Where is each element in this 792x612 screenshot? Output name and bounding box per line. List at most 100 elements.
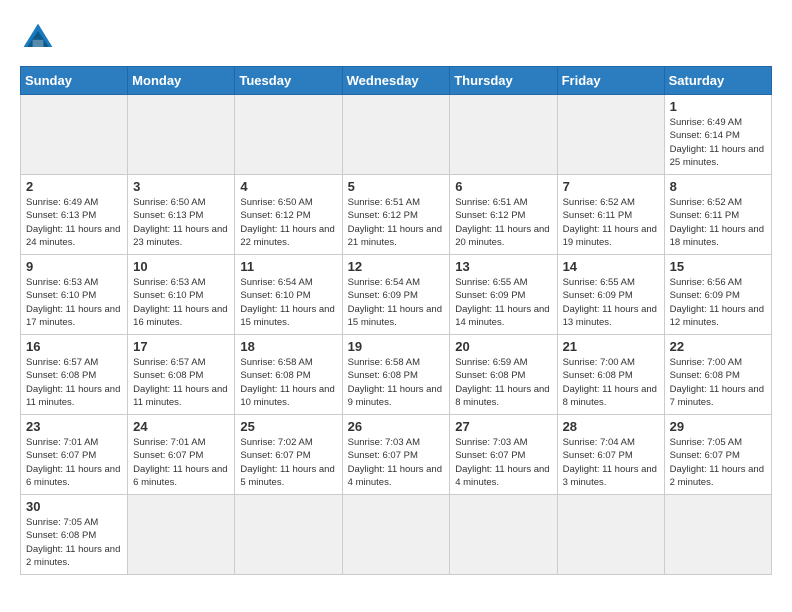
day-info: Sunrise: 6:52 AM Sunset: 6:11 PM Dayligh…	[563, 196, 659, 249]
day-number: 12	[348, 259, 445, 274]
day-info: Sunrise: 6:50 AM Sunset: 6:12 PM Dayligh…	[240, 196, 336, 249]
day-number: 15	[670, 259, 766, 274]
calendar-cell	[450, 95, 557, 175]
calendar-header-row: SundayMondayTuesdayWednesdayThursdayFrid…	[21, 67, 772, 95]
day-header-thursday: Thursday	[450, 67, 557, 95]
calendar-cell	[235, 495, 342, 575]
day-number: 18	[240, 339, 336, 354]
calendar-week-row: 30Sunrise: 7:05 AM Sunset: 6:08 PM Dayli…	[21, 495, 772, 575]
day-header-friday: Friday	[557, 67, 664, 95]
day-header-monday: Monday	[128, 67, 235, 95]
calendar-cell: 13 Sunrise: 6:55 AM Sunset: 6:09 PM Dayli…	[450, 255, 557, 335]
day-info: Sunrise: 6:56 AM Sunset: 6:09 PM Dayligh…	[670, 276, 766, 329]
day-number: 20	[455, 339, 551, 354]
logo-icon	[20, 20, 56, 56]
day-number: 6	[455, 179, 551, 194]
calendar-cell: 23 Sunrise: 7:01 AM Sunset: 6:07 PM Dayli…	[21, 415, 128, 495]
calendar-cell	[342, 495, 450, 575]
calendar-cell: 1Sunrise: 6:49 AM Sunset: 6:14 PM Daylig…	[664, 95, 771, 175]
day-number: 16	[26, 339, 122, 354]
day-info: Sunrise: 6:49 AM Sunset: 6:14 PM Dayligh…	[670, 116, 766, 169]
calendar-cell: 6 Sunrise: 6:51 AM Sunset: 6:12 PM Daylig…	[450, 175, 557, 255]
day-info: Sunrise: 7:03 AM Sunset: 6:07 PM Dayligh…	[348, 436, 445, 489]
day-info: Sunrise: 7:04 AM Sunset: 6:07 PM Dayligh…	[563, 436, 659, 489]
day-number: 25	[240, 419, 336, 434]
calendar-cell: 22 Sunrise: 7:00 AM Sunset: 6:08 PM Dayli…	[664, 335, 771, 415]
day-number: 21	[563, 339, 659, 354]
logo	[20, 20, 62, 56]
day-info: Sunrise: 6:57 AM Sunset: 6:08 PM Dayligh…	[26, 356, 122, 409]
day-info: Sunrise: 6:53 AM Sunset: 6:10 PM Dayligh…	[133, 276, 229, 329]
day-number: 10	[133, 259, 229, 274]
day-info: Sunrise: 6:57 AM Sunset: 6:08 PM Dayligh…	[133, 356, 229, 409]
day-info: Sunrise: 6:54 AM Sunset: 6:10 PM Dayligh…	[240, 276, 336, 329]
calendar-cell: 26 Sunrise: 7:03 AM Sunset: 6:07 PM Dayli…	[342, 415, 450, 495]
day-info: Sunrise: 6:58 AM Sunset: 6:08 PM Dayligh…	[240, 356, 336, 409]
calendar-cell: 16 Sunrise: 6:57 AM Sunset: 6:08 PM Dayli…	[21, 335, 128, 415]
calendar-cell: 8 Sunrise: 6:52 AM Sunset: 6:11 PM Daylig…	[664, 175, 771, 255]
calendar-cell	[342, 95, 450, 175]
day-info: Sunrise: 6:54 AM Sunset: 6:09 PM Dayligh…	[348, 276, 445, 329]
calendar-week-row: 16 Sunrise: 6:57 AM Sunset: 6:08 PM Dayli…	[21, 335, 772, 415]
day-number: 28	[563, 419, 659, 434]
day-info: Sunrise: 7:05 AM Sunset: 6:08 PM Dayligh…	[26, 516, 122, 569]
calendar-cell: 5Sunrise: 6:51 AM Sunset: 6:12 PM Daylig…	[342, 175, 450, 255]
calendar-cell	[128, 95, 235, 175]
day-number: 17	[133, 339, 229, 354]
day-info: Sunrise: 6:58 AM Sunset: 6:08 PM Dayligh…	[348, 356, 445, 409]
calendar-cell: 7 Sunrise: 6:52 AM Sunset: 6:11 PM Daylig…	[557, 175, 664, 255]
day-info: Sunrise: 6:51 AM Sunset: 6:12 PM Dayligh…	[455, 196, 551, 249]
day-header-sunday: Sunday	[21, 67, 128, 95]
calendar-cell: 21 Sunrise: 7:00 AM Sunset: 6:08 PM Dayli…	[557, 335, 664, 415]
day-number: 26	[348, 419, 445, 434]
calendar-cell: 18 Sunrise: 6:58 AM Sunset: 6:08 PM Dayli…	[235, 335, 342, 415]
day-number: 4	[240, 179, 336, 194]
calendar-cell: 29 Sunrise: 7:05 AM Sunset: 6:07 PM Dayli…	[664, 415, 771, 495]
day-info: Sunrise: 7:01 AM Sunset: 6:07 PM Dayligh…	[133, 436, 229, 489]
calendar-cell	[450, 495, 557, 575]
day-info: Sunrise: 7:02 AM Sunset: 6:07 PM Dayligh…	[240, 436, 336, 489]
day-info: Sunrise: 6:52 AM Sunset: 6:11 PM Dayligh…	[670, 196, 766, 249]
day-info: Sunrise: 7:01 AM Sunset: 6:07 PM Dayligh…	[26, 436, 122, 489]
day-number: 23	[26, 419, 122, 434]
day-number: 27	[455, 419, 551, 434]
calendar-cell: 9Sunrise: 6:53 AM Sunset: 6:10 PM Daylig…	[21, 255, 128, 335]
day-number: 11	[240, 259, 336, 274]
day-number: 8	[670, 179, 766, 194]
calendar-cell	[235, 95, 342, 175]
day-header-saturday: Saturday	[664, 67, 771, 95]
calendar: SundayMondayTuesdayWednesdayThursdayFrid…	[20, 66, 772, 575]
day-number: 22	[670, 339, 766, 354]
day-number: 14	[563, 259, 659, 274]
day-number: 7	[563, 179, 659, 194]
calendar-cell: 10 Sunrise: 6:53 AM Sunset: 6:10 PM Dayli…	[128, 255, 235, 335]
calendar-week-row: 1Sunrise: 6:49 AM Sunset: 6:14 PM Daylig…	[21, 95, 772, 175]
calendar-cell	[557, 495, 664, 575]
calendar-cell: 11 Sunrise: 6:54 AM Sunset: 6:10 PM Dayli…	[235, 255, 342, 335]
calendar-cell: 15 Sunrise: 6:56 AM Sunset: 6:09 PM Dayli…	[664, 255, 771, 335]
page-header	[20, 20, 772, 56]
calendar-cell: 12 Sunrise: 6:54 AM Sunset: 6:09 PM Dayli…	[342, 255, 450, 335]
calendar-week-row: 9Sunrise: 6:53 AM Sunset: 6:10 PM Daylig…	[21, 255, 772, 335]
day-number: 2	[26, 179, 122, 194]
calendar-cell	[21, 95, 128, 175]
day-number: 24	[133, 419, 229, 434]
day-info: Sunrise: 7:00 AM Sunset: 6:08 PM Dayligh…	[563, 356, 659, 409]
calendar-week-row: 23 Sunrise: 7:01 AM Sunset: 6:07 PM Dayli…	[21, 415, 772, 495]
calendar-cell: 28 Sunrise: 7:04 AM Sunset: 6:07 PM Dayli…	[557, 415, 664, 495]
day-info: Sunrise: 6:51 AM Sunset: 6:12 PM Dayligh…	[348, 196, 445, 249]
day-info: Sunrise: 7:00 AM Sunset: 6:08 PM Dayligh…	[670, 356, 766, 409]
calendar-cell	[664, 495, 771, 575]
day-header-wednesday: Wednesday	[342, 67, 450, 95]
day-info: Sunrise: 7:05 AM Sunset: 6:07 PM Dayligh…	[670, 436, 766, 489]
day-info: Sunrise: 6:49 AM Sunset: 6:13 PM Dayligh…	[26, 196, 122, 249]
day-info: Sunrise: 6:53 AM Sunset: 6:10 PM Dayligh…	[26, 276, 122, 329]
day-number: 29	[670, 419, 766, 434]
calendar-cell	[557, 95, 664, 175]
calendar-cell: 20 Sunrise: 6:59 AM Sunset: 6:08 PM Dayli…	[450, 335, 557, 415]
day-info: Sunrise: 6:59 AM Sunset: 6:08 PM Dayligh…	[455, 356, 551, 409]
day-number: 13	[455, 259, 551, 274]
calendar-cell: 27Sunrise: 7:03 AM Sunset: 6:07 PM Dayli…	[450, 415, 557, 495]
day-info: Sunrise: 6:55 AM Sunset: 6:09 PM Dayligh…	[455, 276, 551, 329]
day-info: Sunrise: 6:55 AM Sunset: 6:09 PM Dayligh…	[563, 276, 659, 329]
